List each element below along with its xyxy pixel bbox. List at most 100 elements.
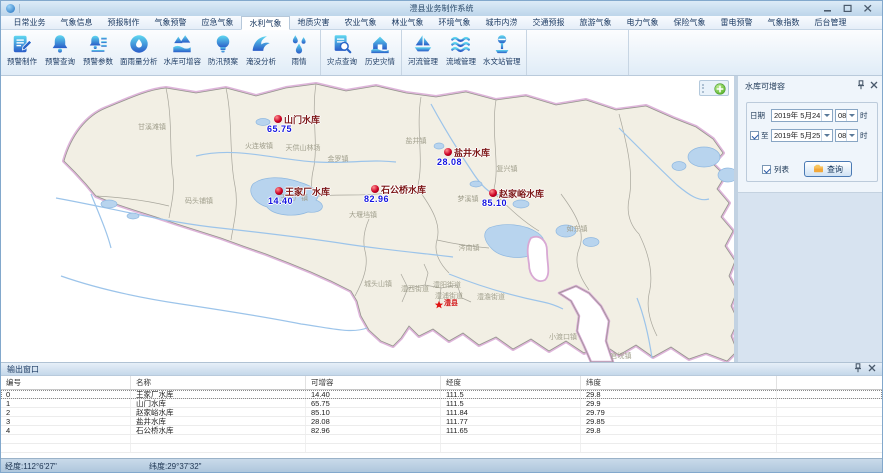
column-header-filler [777, 376, 882, 389]
tab-雷电预警[interactable]: 雷电预警 [713, 16, 760, 29]
toolbar-item-label: 水文站管理 [483, 56, 521, 67]
table-cell: 14.40 [306, 390, 441, 398]
toolbar-雨情[interactable]: 雨情 [280, 32, 318, 68]
hour-suffix: 时 [860, 130, 868, 141]
tab-水利气象[interactable]: 水利气象 [241, 16, 290, 30]
toolbar-item-label: 预警参数 [83, 56, 113, 67]
tab-环境气象[interactable]: 环境气象 [431, 16, 478, 29]
table-cell: 29.79 [581, 408, 777, 416]
tab-地质灾害[interactable]: 地质灾害 [290, 16, 337, 29]
toolbar-item-label: 水库可增容 [164, 56, 202, 67]
tab-电力气象[interactable]: 电力气象 [619, 16, 666, 29]
tab-气象预警[interactable]: 气象预警 [147, 16, 194, 29]
table-cell-filler [777, 408, 882, 416]
tab-城市内涝[interactable]: 城市内涝 [478, 16, 525, 29]
reservoir-marker-icon[interactable] [274, 115, 282, 123]
toolbar-灾点查询[interactable]: 灾点查询 [323, 32, 361, 68]
to-date-checkbox[interactable] [750, 131, 759, 140]
table-row[interactable]: 1山门水库65.75111.529.9 [1, 399, 882, 408]
table-cell-filler [777, 444, 882, 452]
toolbar-历史灾情[interactable]: 历史灾情 [361, 32, 399, 68]
tab-后台管理[interactable]: 后台管理 [807, 16, 854, 29]
table-row[interactable]: 0王家厂水库14.40111.529.8 [1, 390, 882, 399]
toolbar-水文站管理[interactable]: 水文站管理 [480, 32, 524, 68]
toolbar-item-label: 淹没分析 [246, 56, 276, 67]
to-hour-select[interactable]: 08 [835, 129, 858, 142]
toolbar-水库可增容[interactable]: 水库可增容 [161, 32, 205, 68]
pin-icon[interactable] [857, 80, 865, 92]
column-header-名称: 名称 [131, 376, 306, 389]
output-close-icon[interactable] [868, 364, 876, 374]
county-map[interactable]: 甘溪滩镇火连坡镇天供山林场金罗镇盐井镇复兴镇码头铺镇王家厂镇大堰垱镇梦溪镇如东镇… [1, 76, 734, 362]
tab-旅游气象[interactable]: 旅游气象 [572, 16, 619, 29]
toolbar-淹没分析[interactable]: 淹没分析 [242, 32, 280, 68]
table-cell: 111.84 [441, 408, 581, 416]
sailboat-icon [412, 33, 434, 55]
tab-日常业务[interactable]: 日常业务 [6, 16, 53, 29]
to-date-select[interactable]: 2019年 5月25日 [771, 129, 833, 142]
toolbar-流域管理[interactable]: 流域管理 [442, 32, 480, 68]
toolbar-groups: 预警制作预警查询预警参数面雨量分析水库可增容防汛预案淹没分析雨情灾点查询历史灾情… [1, 30, 882, 76]
reservoir-marker-icon[interactable] [489, 189, 497, 197]
reservoir-marker-icon[interactable] [444, 148, 452, 156]
table-row[interactable]: 2赵家峪水库85.10111.8429.79 [1, 408, 882, 417]
output-header: 输出窗口 [1, 363, 882, 376]
reservoir-marker-icon[interactable] [371, 185, 379, 193]
table-cell: 29.8 [581, 426, 777, 434]
app-logo-icon [6, 4, 15, 13]
table-cell: 29.85 [581, 417, 777, 425]
from-hour-select[interactable]: 08 [835, 109, 858, 122]
query-button[interactable]: 查询 [804, 161, 852, 177]
table-row[interactable] [1, 435, 882, 444]
panel-close-icon[interactable] [870, 81, 878, 91]
bulb-icon [212, 33, 234, 55]
close-icon[interactable] [862, 4, 873, 14]
tab-气象信息[interactable]: 气象信息 [53, 16, 100, 29]
toolbar-预警参数[interactable]: 预警参数 [79, 32, 117, 68]
table-cell [441, 435, 581, 443]
table-cell: 111.5 [441, 399, 581, 407]
status-latitude: 纬度:29°37'32" [149, 461, 201, 472]
column-header-编号: 编号 [1, 376, 131, 389]
maximize-icon[interactable] [842, 4, 853, 14]
tab-林业气象[interactable]: 林业气象 [384, 16, 431, 29]
minimize-icon[interactable] [822, 4, 833, 14]
table-row[interactable]: 4石公桥水库82.96111.6529.8 [1, 426, 882, 435]
toolbar-预警制作[interactable]: 预警制作 [3, 32, 41, 68]
status-longitude: 经度:112°6'27" [1, 461, 149, 472]
toolbar-item-label: 面雨量分析 [120, 56, 158, 67]
table-cell: 王家厂水库 [131, 390, 306, 398]
tab-农业气象[interactable]: 农业气象 [337, 16, 384, 29]
list-checkbox[interactable] [762, 165, 771, 174]
toolbar-group-empty [527, 30, 629, 75]
to-label: 至 [761, 130, 769, 141]
toolbar-item-label: 预警制作 [7, 56, 37, 67]
tab-应急气象[interactable]: 应急气象 [194, 16, 241, 29]
tab-气象指数[interactable]: 气象指数 [760, 16, 807, 29]
toolbar-面雨量分析[interactable]: 面雨量分析 [117, 32, 161, 68]
column-header-纬度: 纬度 [581, 376, 777, 389]
toolbar-预警查询[interactable]: 预警查询 [41, 32, 79, 68]
table-cell: 111.65 [441, 426, 581, 434]
chevron-down-icon [846, 130, 857, 141]
table-row[interactable]: 3盐井水库28.08111.7729.85 [1, 417, 882, 426]
reservoir-marker-icon[interactable] [275, 187, 283, 195]
table-cell-filler [777, 399, 882, 407]
zoom-in-button[interactable] [714, 82, 726, 94]
wave-icon [250, 33, 272, 55]
pin-icon[interactable] [854, 363, 862, 375]
rain-area-icon [128, 33, 150, 55]
doc-search-icon [331, 33, 353, 55]
column-header-经度: 经度 [441, 376, 581, 389]
table-row[interactable] [1, 444, 882, 453]
tab-交通预报[interactable]: 交通预报 [525, 16, 572, 29]
map-toolbar [699, 80, 729, 96]
tab-预报制作[interactable]: 预报制作 [100, 16, 147, 29]
table-cell: 石公桥水库 [131, 426, 306, 434]
from-date-select[interactable]: 2019年 5月24日 [771, 109, 833, 122]
toolbar-防汛预案[interactable]: 防汛预案 [204, 32, 242, 68]
table-cell: 65.75 [306, 399, 441, 407]
toolbar-河流管理[interactable]: 河流管理 [404, 32, 442, 68]
tab-保险气象[interactable]: 保险气象 [666, 16, 713, 29]
table-cell: 盐井水库 [131, 417, 306, 425]
